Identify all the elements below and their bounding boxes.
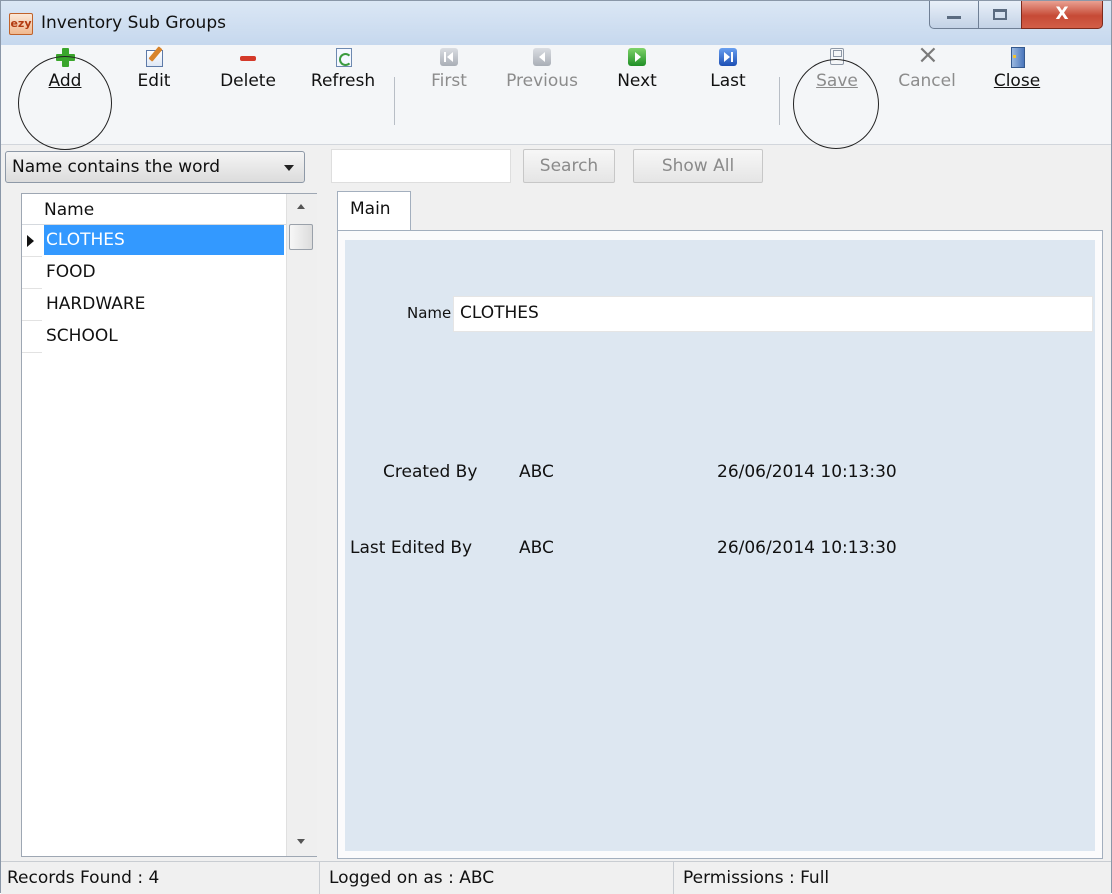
row-name-cell[interactable]: FOOD: [44, 257, 284, 287]
search-button[interactable]: Search: [523, 149, 615, 183]
first-button[interactable]: First: [421, 47, 477, 91]
edit-label: Edit: [137, 71, 171, 91]
previous-button[interactable]: Previous: [497, 47, 587, 91]
table-row[interactable]: FOOD: [22, 257, 286, 289]
row-indicator: [22, 225, 42, 257]
refresh-label: Refresh: [310, 71, 376, 91]
created-by-label: Created By: [383, 462, 478, 482]
scroll-thumb[interactable]: [289, 224, 313, 250]
edit-icon: [144, 46, 164, 67]
cancel-label: Cancel: [898, 71, 956, 91]
last-edited-by-value: ABC: [519, 538, 554, 558]
add-highlight-ring: [18, 56, 112, 150]
delete-button[interactable]: Delete: [213, 47, 283, 91]
last-button[interactable]: Last: [701, 47, 755, 91]
current-row-arrow-icon: [27, 235, 34, 247]
last-label: Last: [710, 71, 746, 91]
next-button[interactable]: Next: [607, 47, 667, 91]
close-icon: X: [1055, 4, 1069, 24]
column-header-name: Name: [44, 200, 95, 220]
created-by-value: ABC: [519, 462, 554, 482]
name-label: Name: [407, 304, 452, 322]
grid-scrollbar[interactable]: [286, 194, 317, 856]
records-grid: Name CLOTHES FOOD HARDWARE SCHOOL: [21, 193, 317, 857]
app-logo-icon: ezy: [9, 13, 33, 35]
save-highlight-ring: [793, 59, 879, 149]
previous-label: Previous: [506, 71, 578, 91]
last-edited-at-value: 26/06/2014 10:13:30: [717, 538, 897, 558]
minimize-icon: [947, 16, 961, 19]
records-found-status: Records Found : 4: [7, 868, 160, 888]
previous-icon: [532, 47, 552, 67]
cancel-icon: ×: [917, 40, 939, 70]
app-window: ezy Inventory Sub Groups X Add Edit Dele…: [0, 0, 1112, 894]
maximize-icon: [993, 9, 1007, 20]
title-bar[interactable]: ezy Inventory Sub Groups X: [1, 1, 1111, 45]
close-button[interactable]: Close: [987, 47, 1047, 91]
cancel-button[interactable]: × Cancel: [889, 40, 965, 91]
tab-main[interactable]: Main: [337, 191, 411, 231]
table-row[interactable]: SCHOOL: [22, 321, 286, 353]
grid-header-name[interactable]: Name: [22, 194, 286, 225]
table-row[interactable]: CLOTHES: [22, 225, 286, 257]
status-bar: Records Found : 4 Logged on as : ABC Per…: [1, 861, 1111, 894]
row-name-cell[interactable]: HARDWARE: [44, 289, 284, 319]
table-row[interactable]: HARDWARE: [22, 289, 286, 321]
next-icon: [627, 47, 647, 67]
name-field[interactable]: CLOTHES: [453, 296, 1093, 332]
minus-icon: [238, 47, 258, 67]
detail-panel: Name CLOTHES Created By ABC 26/06/2014 1…: [337, 230, 1103, 859]
show-all-button[interactable]: Show All: [633, 149, 763, 183]
status-divider: [673, 862, 674, 894]
first-label: First: [431, 71, 467, 91]
delete-label: Delete: [220, 71, 276, 91]
toolbar-separator: [779, 77, 780, 125]
close-window-button[interactable]: X: [1021, 1, 1103, 29]
scroll-down-icon[interactable]: [297, 839, 305, 844]
next-label: Next: [617, 71, 657, 91]
last-record-icon: [718, 47, 738, 67]
search-mode-dropdown[interactable]: Name contains the word: [5, 151, 305, 183]
toolbar-separator: [394, 77, 395, 125]
row-name-cell[interactable]: CLOTHES: [44, 225, 284, 255]
door-icon: [1007, 47, 1027, 68]
row-indicator: [22, 321, 42, 353]
created-at-value: 26/06/2014 10:13:30: [717, 462, 897, 482]
first-record-icon: [439, 47, 459, 67]
maximize-button[interactable]: [978, 1, 1022, 29]
edit-button[interactable]: Edit: [129, 46, 179, 91]
refresh-icon: [333, 47, 353, 67]
last-edited-by-label: Last Edited By: [350, 538, 473, 558]
logged-on-status: Logged on as : ABC: [329, 868, 495, 888]
scroll-up-icon[interactable]: [297, 204, 305, 209]
permissions-status: Permissions : Full: [683, 868, 830, 888]
row-indicator: [22, 257, 42, 289]
search-input[interactable]: [331, 149, 511, 183]
chevron-down-icon: [284, 165, 294, 171]
status-divider: [319, 862, 320, 894]
row-name-cell[interactable]: SCHOOL: [44, 321, 284, 351]
search-mode-value: Name contains the word: [12, 157, 221, 177]
window-title: Inventory Sub Groups: [41, 13, 226, 33]
refresh-button[interactable]: Refresh: [306, 47, 380, 91]
minimize-button[interactable]: [929, 1, 979, 29]
close-label: Close: [993, 71, 1041, 91]
row-indicator: [22, 289, 42, 321]
detail-panel-body: Name CLOTHES Created By ABC 26/06/2014 1…: [345, 240, 1095, 851]
